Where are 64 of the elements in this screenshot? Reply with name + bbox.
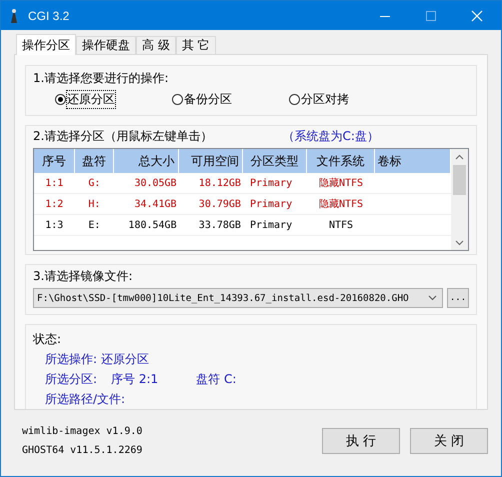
tab[interactable]: 操作分区 bbox=[16, 34, 76, 55]
radio-label: 分区对拷 bbox=[301, 91, 349, 108]
partition-drive: 盘符 C: bbox=[196, 371, 236, 388]
version-text: wimlib-imagex v1.9.0 bbox=[22, 426, 144, 437]
table-cell-text: 1:3 bbox=[44, 219, 64, 234]
table-cell-text: Primary bbox=[248, 219, 294, 234]
partition-row[interactable]: 1:1 G: 30.05GB 18.12GB Primary 隐藏NTFS bbox=[34, 173, 451, 194]
tab[interactable]: 操作硬盘 bbox=[76, 36, 136, 54]
table-cell-text: NTFS bbox=[328, 219, 354, 234]
partition-row[interactable]: 1:3 E: 180.54GB 33.78GB Primary NTFS bbox=[34, 215, 451, 236]
scrollbar-thumb[interactable] bbox=[453, 165, 466, 196]
table-cell-text: H: bbox=[87, 198, 102, 212]
table-cell-text: 34.41GB bbox=[133, 198, 178, 212]
table-cell-text: 隐藏NTFS bbox=[318, 176, 364, 192]
table-cell-text: 隐藏NTFS bbox=[318, 198, 364, 212]
table-cell-text: 1:1 bbox=[44, 177, 64, 192]
status-label: 状态: bbox=[33, 332, 62, 346]
table-cell-text: Primary bbox=[248, 198, 294, 212]
radio-option[interactable]: 备份分区 bbox=[172, 91, 289, 108]
radio-button[interactable] bbox=[289, 94, 300, 105]
table-cell-text: E: bbox=[87, 219, 102, 234]
column-header[interactable]: 序号 bbox=[34, 149, 75, 174]
browse-button[interactable]: ... bbox=[447, 288, 469, 308]
radio-label: 备份分区 bbox=[184, 91, 232, 108]
group-label: 3.请选择镜像文件: bbox=[33, 269, 132, 284]
table-cell-text: 30.05GB bbox=[133, 177, 178, 192]
scroll-up-icon[interactable] bbox=[455, 154, 464, 160]
group-label: 2.请选择分区（用鼠标左键单击） bbox=[33, 128, 212, 146]
table-cell-text: 1:2 bbox=[44, 198, 64, 212]
table-cell-text: 33.78GB bbox=[198, 219, 242, 234]
tab[interactable]: 其 它 bbox=[176, 36, 216, 54]
column-header[interactable]: 盘符 bbox=[74, 149, 114, 174]
version-text: GHOST64 v11.5.1.2269 bbox=[22, 445, 144, 456]
selected-partition-label: 所选分区: bbox=[45, 371, 98, 388]
selected-path-label: 所选路径/文件: bbox=[44, 391, 126, 408]
column-header[interactable]: 文件系统 bbox=[307, 149, 375, 174]
table-cell-text: Primary bbox=[248, 177, 294, 192]
dialog-button[interactable]: 关 闭 bbox=[410, 428, 488, 454]
radio-option[interactable]: 还原分区 bbox=[55, 91, 172, 108]
group-label: 1.请选择您要进行的操作: bbox=[33, 71, 168, 85]
radio-option[interactable]: 分区对拷 bbox=[289, 91, 406, 108]
radio-label: 还原分区 bbox=[67, 91, 115, 108]
window-title: CGI 3.2 bbox=[28, 8, 70, 22]
column-header[interactable]: 总大小 bbox=[114, 149, 179, 174]
radio-button[interactable] bbox=[55, 94, 66, 105]
image-file-dropdown[interactable]: F:\Ghost\SSD-[tmw000]10Lite_Ent_14393.67_install.esd-20160820.GHO bbox=[33, 288, 443, 308]
radio-button[interactable] bbox=[172, 94, 183, 105]
dialog-button[interactable]: 执 行 bbox=[322, 428, 400, 454]
table-cell-text: 30.79GB bbox=[198, 198, 242, 212]
scroll-down-icon[interactable] bbox=[455, 240, 464, 246]
figure-icon bbox=[8, 8, 20, 24]
partition-row[interactable]: 1:2 H: 34.41GB 30.79GB Primary 隐藏NTFS bbox=[34, 194, 451, 216]
table-cell-text: 180.54GB bbox=[127, 219, 178, 234]
column-header[interactable]: 可用空间 bbox=[178, 149, 243, 174]
scrollbar[interactable] bbox=[451, 149, 468, 250]
dropdown-icon bbox=[428, 295, 437, 302]
selected-operation: 所选操作: 还原分区 bbox=[44, 351, 150, 368]
partition-number: 序号 2:1 bbox=[111, 371, 158, 388]
table-cell-text: G: bbox=[87, 177, 102, 192]
close-icon[interactable] bbox=[471, 10, 483, 22]
table-cell-text: 18.12GB bbox=[198, 177, 242, 192]
column-header[interactable]: 分区类型 bbox=[243, 149, 308, 174]
system-disk-note: （系统盘为C:盘） bbox=[282, 128, 379, 146]
tab[interactable]: 高 级 bbox=[136, 36, 176, 54]
